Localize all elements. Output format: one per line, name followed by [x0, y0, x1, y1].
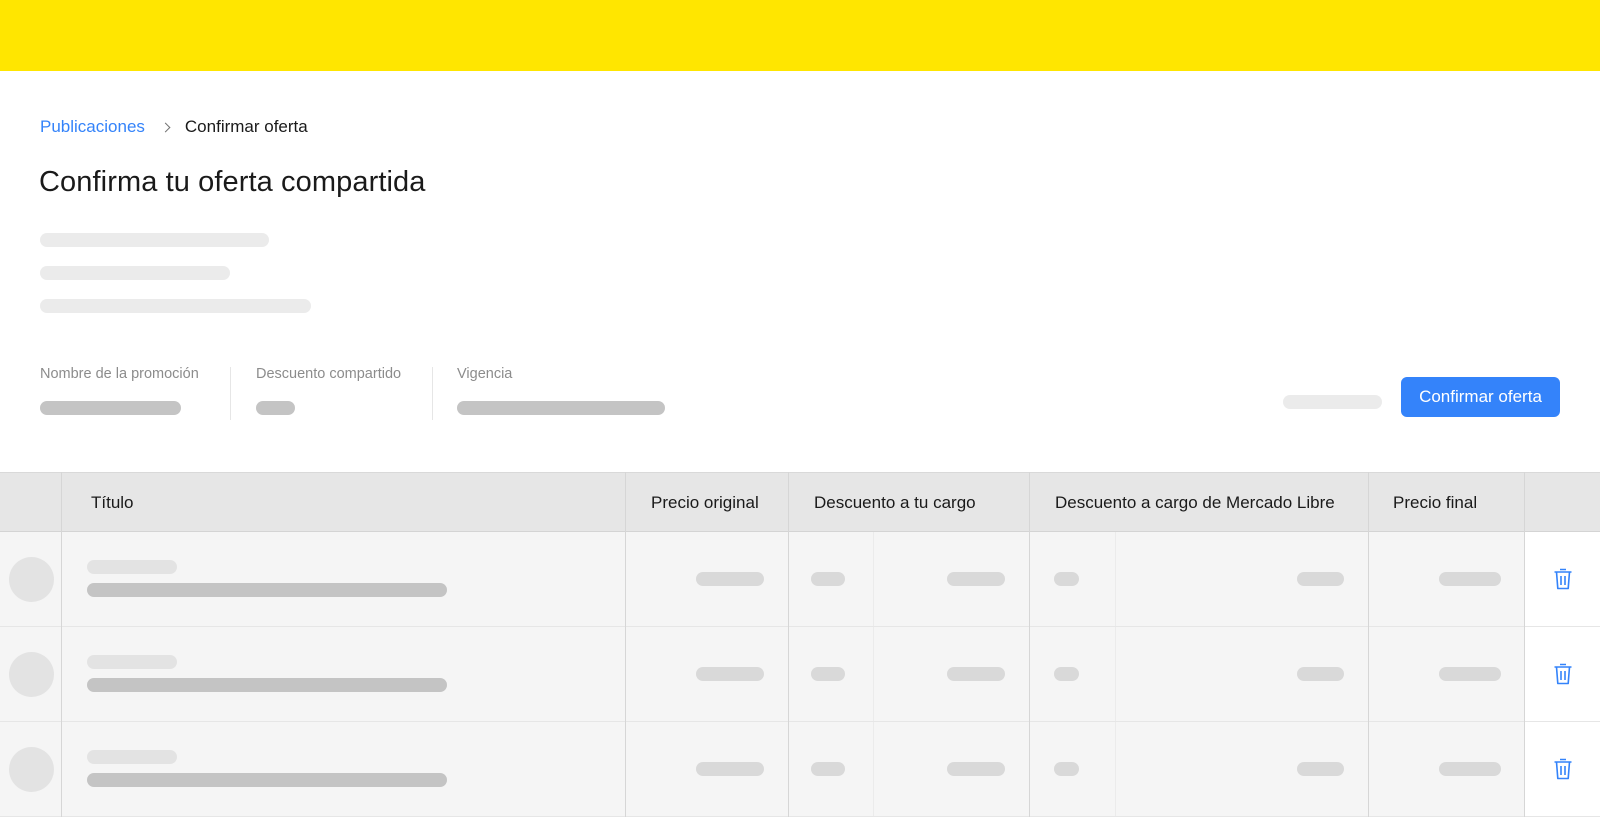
column-divider [1524, 472, 1525, 817]
page-title: Confirma tu oferta compartida [39, 166, 426, 198]
trash-icon [1554, 758, 1571, 780]
description-skeleton-line [40, 266, 230, 280]
product-thumbnail [9, 747, 54, 792]
column-header-meli-discount: Descuento a cargo de Mercado Libre [1055, 493, 1335, 512]
column-divider [873, 532, 874, 626]
breadcrumb-current: Confirmar oferta [184, 117, 308, 136]
column-divider [788, 472, 789, 817]
meli-discount-percent-skeleton [1054, 572, 1079, 586]
seller-discount-percent-skeleton [811, 667, 845, 681]
seller-discount-percent-skeleton [811, 762, 845, 776]
column-divider [873, 722, 874, 816]
confirm-offer-button[interactable]: Confirmar oferta [1401, 377, 1560, 417]
column-divider [1368, 472, 1369, 817]
trash-icon [1554, 568, 1571, 590]
seller-discount-amount-skeleton [947, 572, 1005, 586]
breadcrumb-link-publicaciones[interactable]: Publicaciones [40, 117, 145, 137]
title-skeleton [87, 655, 177, 669]
title-skeleton [87, 750, 177, 764]
delete-row-button[interactable] [1525, 722, 1600, 816]
table-row [0, 722, 1600, 817]
original-price-skeleton [696, 667, 764, 681]
column-header-title: Título [91, 493, 134, 512]
seller-discount-percent-skeleton [811, 572, 845, 586]
trash-icon [1554, 663, 1571, 685]
summary-divider [230, 367, 231, 420]
column-divider [625, 472, 626, 817]
action-skeleton [1283, 395, 1382, 409]
final-price-skeleton [1439, 667, 1501, 681]
column-header-original-price: Precio original [651, 493, 759, 512]
meli-discount-amount-skeleton [1297, 572, 1344, 586]
title-skeleton [87, 560, 177, 574]
column-header-final-price: Precio final [1393, 493, 1478, 512]
column-header-seller-discount: Descuento a tu cargo [814, 493, 976, 512]
original-price-skeleton [696, 762, 764, 776]
promotion-name-label: Nombre de la promoción [40, 366, 199, 382]
table-row [0, 532, 1600, 627]
seller-discount-amount-skeleton [947, 667, 1005, 681]
title-skeleton [87, 583, 447, 597]
delete-row-button[interactable] [1525, 627, 1600, 721]
shared-discount-skeleton [256, 401, 295, 415]
column-divider [1029, 472, 1030, 817]
validity-label: Vigencia [457, 366, 513, 382]
table-header: Título Precio original Descuento a tu ca… [0, 472, 1600, 532]
summary-divider [432, 367, 433, 420]
meli-discount-percent-skeleton [1054, 762, 1079, 776]
table-row [0, 627, 1600, 722]
column-divider [61, 472, 62, 817]
original-price-skeleton [696, 572, 764, 586]
promotion-name-skeleton [40, 401, 181, 415]
description-skeleton-line [40, 233, 269, 247]
title-skeleton [87, 678, 447, 692]
validity-skeleton [457, 401, 665, 415]
breadcrumb: Publicaciones Confirmar oferta [40, 116, 308, 138]
final-price-skeleton [1439, 762, 1501, 776]
column-divider [873, 627, 874, 721]
column-divider [1115, 532, 1116, 626]
product-thumbnail [9, 652, 54, 697]
shared-discount-label: Descuento compartido [256, 366, 402, 382]
description-skeleton-line [40, 299, 311, 313]
top-bar [0, 0, 1600, 71]
meli-discount-percent-skeleton [1054, 667, 1079, 681]
column-divider [1115, 627, 1116, 721]
meli-discount-amount-skeleton [1297, 762, 1344, 776]
meli-discount-amount-skeleton [1297, 667, 1344, 681]
chevron-right-icon [160, 122, 171, 132]
title-skeleton [87, 773, 447, 787]
column-divider [1115, 722, 1116, 816]
final-price-skeleton [1439, 572, 1501, 586]
delete-row-button[interactable] [1525, 532, 1600, 626]
seller-discount-amount-skeleton [947, 762, 1005, 776]
product-thumbnail [9, 557, 54, 602]
